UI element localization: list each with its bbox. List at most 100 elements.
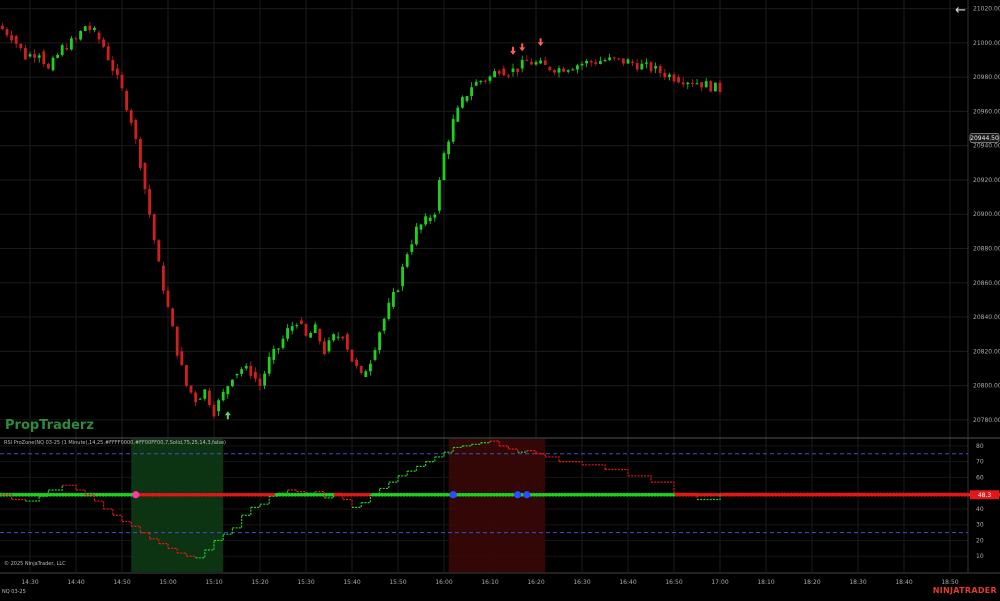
back-arrow-icon[interactable]: ← <box>955 3 966 18</box>
candle-up <box>534 62 538 65</box>
candle-up <box>603 60 607 62</box>
candle-up <box>60 45 64 55</box>
time-tick-label: 18:10 <box>757 579 774 586</box>
candle-up <box>290 326 294 331</box>
candle-up <box>231 379 234 387</box>
rsi-line-segment <box>112 514 123 522</box>
rsi-line-segment <box>628 475 652 483</box>
candle-down <box>125 90 128 111</box>
candle-down <box>212 405 216 417</box>
candle-down <box>249 365 253 376</box>
time-tick-label: 16:10 <box>481 579 498 586</box>
candle-down <box>152 214 156 241</box>
candle-down <box>19 43 23 49</box>
candle-up <box>488 76 492 81</box>
candle-up <box>704 81 708 88</box>
rsi-tick-label: 20 <box>976 537 984 544</box>
candle-down <box>304 323 308 336</box>
rsi-signal-marker <box>523 491 531 499</box>
candle-down <box>323 341 326 355</box>
candle-down <box>617 58 621 60</box>
rsi-line-segment <box>223 527 233 535</box>
candle-up <box>217 400 220 412</box>
candle-up <box>566 70 570 72</box>
candle-up <box>714 82 717 92</box>
candle-up <box>267 356 271 374</box>
time-tick-label: 15:20 <box>251 579 268 586</box>
candle-up <box>626 59 630 64</box>
time-tick-label: 16:40 <box>619 579 636 586</box>
price-tick-label: 20980.00 <box>973 74 1000 81</box>
candle-up <box>599 61 602 64</box>
rsi-line-segment <box>545 456 560 462</box>
candle-up <box>295 325 299 327</box>
candle-down <box>162 265 165 291</box>
rsi-line-segment <box>582 464 606 470</box>
candle-down <box>102 39 105 47</box>
candle-up <box>28 54 32 57</box>
price-tick-label: 20840.00 <box>973 314 1000 321</box>
time-tick-label: 15:10 <box>205 579 222 586</box>
candle-up <box>461 97 464 108</box>
candle-up <box>309 333 312 338</box>
candle-down <box>74 38 78 40</box>
rsi-line-segment <box>260 496 270 505</box>
candle-down <box>507 75 510 77</box>
rsi-line-segment <box>605 468 629 476</box>
rsi-line-segment <box>342 498 353 508</box>
candle-up <box>51 57 55 71</box>
candle-up <box>410 244 414 252</box>
candle-down <box>589 60 593 63</box>
price-tick-label: 20940.00 <box>973 143 1000 150</box>
candle-up <box>79 30 82 40</box>
candle-down <box>5 29 9 36</box>
candle-down <box>180 351 184 366</box>
candle-down <box>672 74 676 82</box>
rsi-tick-label: 10 <box>976 553 984 560</box>
rsi-current-label: 48.3 <box>978 492 992 499</box>
candle-up <box>56 54 59 58</box>
candle-down <box>516 68 519 72</box>
candle-up <box>226 386 230 395</box>
candle-down <box>129 110 133 123</box>
candle-down <box>346 334 349 350</box>
candle-down <box>649 62 653 72</box>
sell-arrow-icon <box>537 38 544 47</box>
instrument-label: NQ 03-25 <box>2 589 26 595</box>
candle-up <box>244 365 248 369</box>
candle-up <box>401 266 404 287</box>
chart-root: 21020.00 21000.00 20980.00 20960.00 20940.00… <box>0 0 1000 597</box>
rsi-line-segment <box>278 490 289 494</box>
candle-up <box>557 68 561 73</box>
rsi-tick-label: 60 <box>976 474 984 481</box>
candle-down <box>134 119 138 139</box>
price-tick-label: 20960.00 <box>973 108 1000 115</box>
candle-down <box>254 371 257 379</box>
candle-down <box>484 80 487 82</box>
price-tick-label: 21020.00 <box>973 6 1000 13</box>
candle-up <box>70 38 73 50</box>
candle-down <box>111 60 115 71</box>
trading-chart[interactable]: 21020.00 21000.00 20980.00 20960.00 20940.00… <box>0 0 1000 597</box>
candle-down <box>530 61 533 65</box>
time-tick-label: 17:00 <box>711 579 728 586</box>
time-tick-label: 15:50 <box>389 579 406 586</box>
copyright-text: © 2025 NinjaTrader, LLC <box>4 561 66 567</box>
candle-down <box>341 336 345 339</box>
candle-up <box>456 107 460 122</box>
candle-down <box>658 66 662 73</box>
candle-up <box>419 224 423 230</box>
rsi-line-segment <box>434 452 445 458</box>
ninjatrader-logo: NINJATRADER <box>932 586 997 595</box>
rsi-line-segment <box>379 482 390 490</box>
price-tick-label: 20920.00 <box>973 177 1000 184</box>
candle-up <box>203 389 207 399</box>
candle-down <box>10 35 13 41</box>
candle-down <box>502 68 506 76</box>
candle-down <box>612 57 616 59</box>
candle-up <box>281 338 285 348</box>
candle-up <box>580 63 584 66</box>
rsi-tick-label: 80 <box>976 443 984 450</box>
candle-up <box>396 290 400 292</box>
candle-up <box>520 60 524 69</box>
